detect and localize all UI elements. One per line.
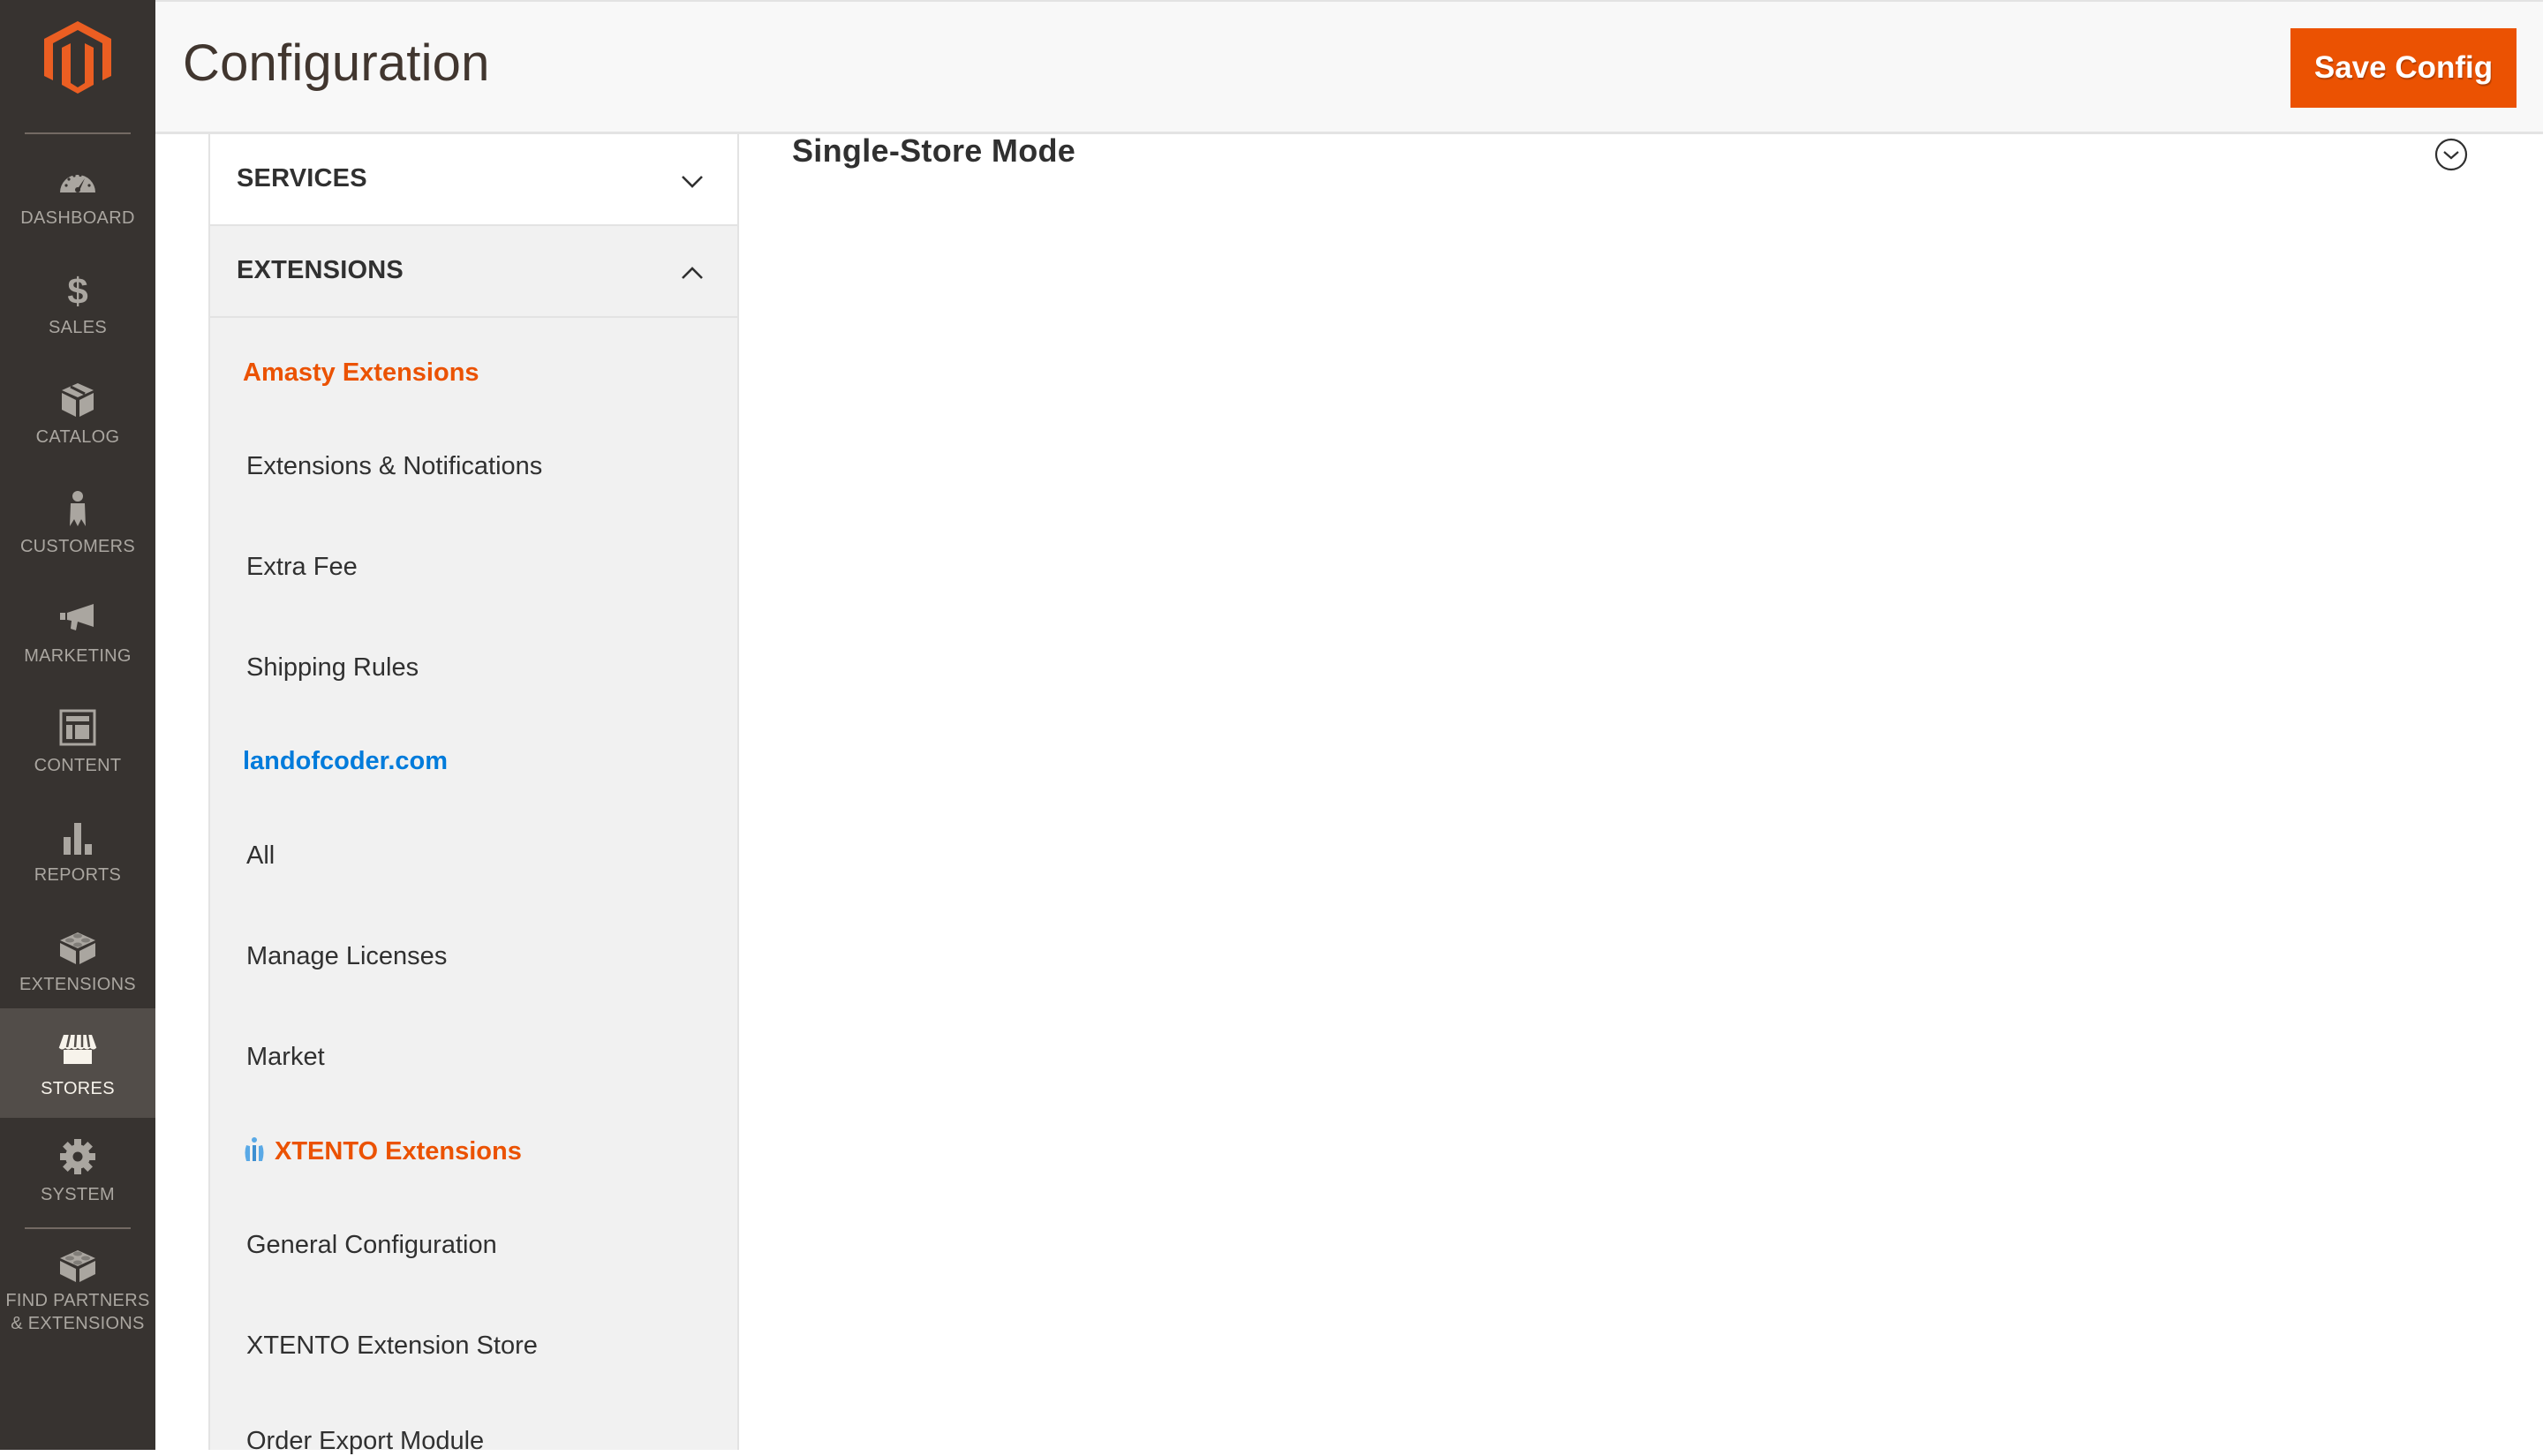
tab-extensions-notifications[interactable]: Extensions & Notifications bbox=[246, 452, 542, 481]
person-icon bbox=[70, 491, 86, 526]
nav-label: CUSTOMERS bbox=[19, 537, 136, 556]
nav-label: REPORTS bbox=[34, 865, 122, 885]
tab-market[interactable]: Market bbox=[246, 1043, 325, 1072]
section-services[interactable]: SERVICES bbox=[210, 134, 737, 226]
tab-shipping-rules[interactable]: Shipping Rules bbox=[246, 653, 419, 683]
nav-marketing[interactable]: MARKETING bbox=[0, 579, 155, 689]
nav-catalog[interactable]: CATALOG bbox=[0, 360, 155, 470]
nav-extensions[interactable]: EXTENSIONS bbox=[0, 908, 155, 1017]
save-config-button[interactable]: Save Config bbox=[2290, 28, 2517, 108]
nav-label: MARKETING bbox=[24, 646, 132, 666]
nav-label: CONTENT bbox=[34, 756, 122, 775]
nav-customers[interactable]: CUSTOMERS bbox=[0, 470, 155, 579]
group-landofcoder[interactable]: landofcoder.com bbox=[243, 747, 448, 776]
megaphone-icon bbox=[60, 604, 94, 630]
section-title: EXTENSIONS bbox=[237, 256, 404, 284]
tab-extra-fee[interactable]: Extra Fee bbox=[246, 553, 358, 582]
page-header: Configuration Save Config bbox=[155, 0, 2543, 134]
nav-label: STORES bbox=[41, 1079, 115, 1098]
section-title: SERVICES bbox=[237, 164, 367, 192]
nav-label-line2: & EXTENSIONS bbox=[11, 1314, 145, 1333]
nav-stores[interactable]: STORES bbox=[0, 1008, 155, 1118]
nav-label: SYSTEM bbox=[40, 1185, 116, 1204]
nav-label: FIND PARTNERS & EXTENSIONS bbox=[0, 1289, 155, 1335]
svg-text:$: $ bbox=[67, 270, 87, 309]
nav-label-line1: FIND PARTNERS bbox=[5, 1291, 150, 1310]
nav-dashboard[interactable]: DASHBOARD bbox=[0, 141, 155, 251]
tab-order-export-module[interactable]: Order Export Module bbox=[246, 1427, 484, 1456]
page-title: Configuration bbox=[183, 34, 490, 92]
bar-chart-icon bbox=[64, 823, 92, 855]
nav-label: CATALOG bbox=[35, 427, 120, 447]
nav-sales[interactable]: $ SALES bbox=[0, 251, 155, 360]
gear-icon bbox=[60, 1139, 95, 1174]
nav-label: EXTENSIONS bbox=[19, 975, 136, 994]
logo-divider bbox=[25, 132, 131, 134]
nav-label: SALES bbox=[49, 318, 107, 337]
tab-all[interactable]: All bbox=[246, 841, 275, 871]
chevron-up-icon bbox=[682, 267, 703, 279]
section-config-title[interactable]: Single-Store Mode bbox=[792, 132, 1075, 170]
config-tabs-panel: SERVICES EXTENSIONS Amasty Extensions Ex… bbox=[208, 134, 739, 1455]
section-extensions[interactable]: EXTENSIONS bbox=[210, 226, 737, 318]
group-amasty-extensions[interactable]: Amasty Extensions bbox=[243, 358, 479, 388]
tab-manage-licenses[interactable]: Manage Licenses bbox=[246, 942, 447, 971]
nav-reports[interactable]: REPORTS bbox=[0, 798, 155, 908]
tab-general-configuration[interactable]: General Configuration bbox=[246, 1231, 497, 1260]
lego-brick-icon bbox=[60, 1250, 95, 1282]
nav-find-partners[interactable]: FIND PARTNERS & EXTENSIONS bbox=[0, 1229, 155, 1353]
dashboard-gauge-icon bbox=[60, 173, 95, 192]
magento-logo-icon[interactable] bbox=[44, 21, 111, 94]
circle-chevron-down-icon[interactable] bbox=[2434, 138, 2468, 171]
dollar-icon: $ bbox=[67, 270, 87, 309]
layout-icon bbox=[59, 709, 96, 746]
nav-content[interactable]: CONTENT bbox=[0, 689, 155, 798]
admin-sidebar: DASHBOARD $ SALES CATALOG CUSTOMERS MARK… bbox=[0, 0, 155, 1450]
nav-label: DASHBOARD bbox=[20, 208, 135, 228]
tab-xtento-extension-store[interactable]: XTENTO Extension Store bbox=[246, 1332, 538, 1361]
chevron-down-icon bbox=[682, 176, 703, 188]
xtento-logo-icon bbox=[245, 1137, 264, 1161]
nav-system[interactable]: SYSTEM bbox=[0, 1118, 155, 1227]
group-title-text: XTENTO Extensions bbox=[275, 1137, 522, 1166]
group-xtento-extensions[interactable]: XTENTO Extensions bbox=[243, 1136, 522, 1166]
box-icon bbox=[62, 383, 94, 417]
lego-brick-icon bbox=[60, 932, 95, 964]
storefront-icon bbox=[58, 1034, 97, 1064]
